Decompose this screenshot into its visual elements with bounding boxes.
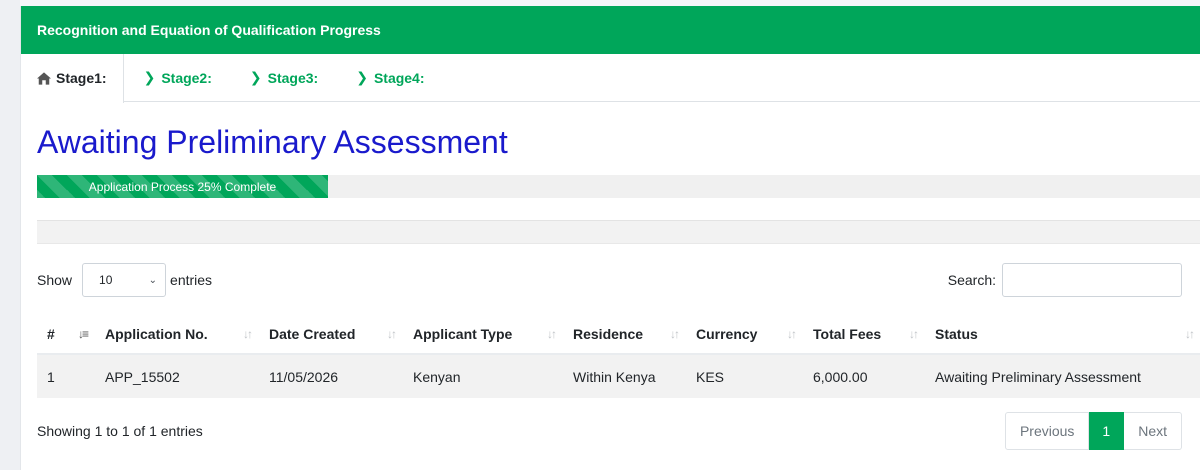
chevron-right-icon: ❯ xyxy=(143,69,156,85)
table-cell: 11/05/2026 xyxy=(259,354,403,398)
page-title: Awaiting Preliminary Assessment xyxy=(37,124,508,160)
search-control: Search: xyxy=(948,263,1182,297)
chevron-down-icon: ⌄ xyxy=(148,274,158,286)
card-header: Recognition and Equation of Qualificatio… xyxy=(21,6,1200,54)
tab-stage3[interactable]: ❯ Stage3: xyxy=(231,54,337,102)
pagination: Previous 1 Next xyxy=(1004,412,1182,450)
tab-stage1[interactable]: Stage1: xyxy=(21,53,124,103)
sort-icon: ↓↑ xyxy=(909,327,919,341)
column-header[interactable]: Status ↓↑ xyxy=(925,314,1200,355)
chevron-right-icon: ❯ xyxy=(356,69,368,85)
table-cell: 6,000.00 xyxy=(803,354,925,398)
table-info: Showing 1 to 1 of 1 entries xyxy=(37,423,203,439)
column-header[interactable]: Currency ↓↑ xyxy=(686,314,803,355)
home-icon xyxy=(37,71,51,85)
sort-desc-icon: ↓≡ xyxy=(77,327,89,341)
page-1-button[interactable]: 1 xyxy=(1089,412,1125,450)
table-cell: 1 xyxy=(37,354,95,398)
progress-track: Application Process 25% Complete xyxy=(37,175,1200,198)
stage-tabs: Stage1: ❯ Stage2: ❯ Stage3: ❯ Stage4: xyxy=(21,53,1200,103)
column-header[interactable]: Date Created ↓↑ xyxy=(259,314,403,355)
section-divider xyxy=(37,220,1200,244)
applications-table: # ↓≡ Application No. ↓↑ Date Created ↓↑ App… xyxy=(37,314,1200,398)
column-header[interactable]: Residence ↓↑ xyxy=(563,314,686,355)
card-title: Recognition and Equation of Qualificatio… xyxy=(37,22,381,38)
sort-icon: ↓↑ xyxy=(1185,327,1195,341)
tab-label: Stage2: xyxy=(161,69,212,86)
table-cell: APP_15502 xyxy=(95,354,259,398)
column-header[interactable]: Total Fees ↓↑ xyxy=(803,314,925,355)
tab-stage4[interactable]: ❯ Stage4: xyxy=(337,54,443,102)
column-header[interactable]: Applicant Type ↓↑ xyxy=(403,314,563,355)
previous-page-button[interactable]: Previous xyxy=(1004,412,1090,450)
progress-card: Recognition and Equation of Qualificatio… xyxy=(20,6,1200,470)
tab-label: Stage1: xyxy=(56,70,107,86)
search-input[interactable] xyxy=(1002,263,1182,297)
sort-icon: ↓↑ xyxy=(243,327,253,341)
column-header[interactable]: # ↓≡ xyxy=(37,314,95,355)
chevron-right-icon: ❯ xyxy=(249,69,262,85)
tab-label: Stage3: xyxy=(267,69,319,86)
entries-label: entries xyxy=(170,272,213,288)
table-cell: Awaiting Preliminary Assessment xyxy=(925,354,1200,398)
next-page-button[interactable]: Next xyxy=(1124,412,1182,450)
progress-label: Application Process 25% Complete xyxy=(88,179,277,194)
table-cell: KES xyxy=(686,354,803,398)
tab-label: Stage4: xyxy=(373,69,425,86)
search-label: Search: xyxy=(947,272,996,288)
length-control: Show 10 ⌄ entries xyxy=(37,263,212,297)
sort-icon: ↓↑ xyxy=(670,327,680,341)
table-header-row: # ↓≡ Application No. ↓↑ Date Created ↓↑ App… xyxy=(37,314,1200,355)
sort-icon: ↓↑ xyxy=(547,327,557,341)
sort-icon: ↓↑ xyxy=(787,327,797,341)
show-label: Show xyxy=(37,272,73,288)
entries-select[interactable]: 10 ⌄ xyxy=(82,263,167,297)
column-header[interactable]: Application No. ↓↑ xyxy=(95,314,259,355)
entries-value: 10 xyxy=(99,273,113,287)
sidebar-edge xyxy=(0,0,20,470)
table-row: 1 APP_15502 11/05/2026 Kenyan Within Ken… xyxy=(37,354,1200,398)
table-cell: Kenyan xyxy=(403,354,563,398)
table-cell: Within Kenya xyxy=(563,354,686,398)
sort-icon: ↓↑ xyxy=(387,327,397,341)
progress-bar: Application Process 25% Complete xyxy=(37,175,328,198)
tab-stage2[interactable]: ❯ Stage2: xyxy=(124,54,231,102)
